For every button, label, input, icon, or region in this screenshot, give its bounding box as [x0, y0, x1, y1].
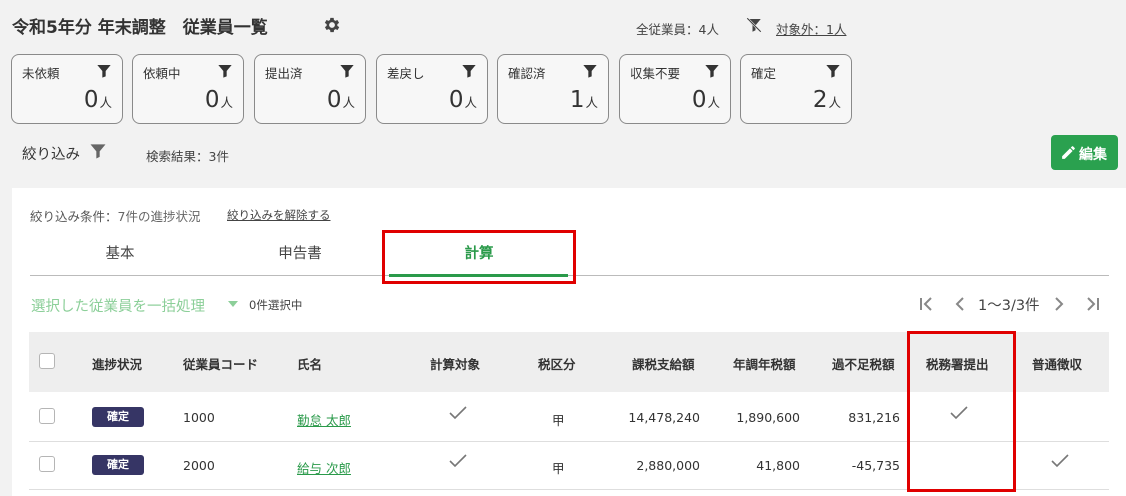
bulk-action-dropdown[interactable]: 選択した従業員を一括処理 [31, 295, 205, 316]
edit-button-label: 編集 [1079, 147, 1107, 163]
col-tax-class[interactable]: 税区分 [538, 354, 576, 373]
count-value: 2 [812, 87, 828, 113]
count-unit: 人 [342, 95, 355, 110]
filter-off-icon [746, 17, 762, 33]
tax-class: 甲 [552, 413, 565, 428]
status-card-count: 0人 [327, 87, 355, 113]
filter-icon[interactable] [217, 63, 233, 79]
caret-down-icon[interactable] [228, 301, 238, 307]
status-card-label: 確認済 [508, 66, 546, 81]
filter-icon[interactable] [96, 63, 112, 79]
count-value: 0 [204, 87, 220, 113]
filter-label[interactable]: 絞り込み [22, 143, 80, 164]
status-badge: 確定 [92, 455, 144, 475]
status-card[interactable]: 依頼中 0人 [132, 54, 244, 124]
employee-name-link[interactable]: 給与 次郎 [297, 458, 351, 477]
taxable-pay: 14,478,240 [628, 410, 700, 425]
status-card[interactable]: 未依頼 0人 [11, 54, 123, 124]
pager-range: 1〜3/3件 [978, 298, 1040, 314]
excluded-link[interactable]: 対象外：1人 [776, 19, 846, 38]
search-result-count: 検索結果：3件 [146, 149, 229, 164]
tax-difference: 831,216 [848, 410, 900, 425]
status-card-count: 0人 [205, 87, 233, 113]
employee-code: 2000 [183, 458, 215, 473]
col-ordinary-collection[interactable]: 普通徴収 [1032, 354, 1082, 373]
total-employees: 全従業員：4人 [636, 22, 719, 37]
col-annual-tax[interactable]: 年調年税額 [733, 354, 796, 373]
status-card[interactable]: 確認済 1人 [497, 54, 609, 124]
col-status[interactable]: 進捗状況 [92, 354, 142, 373]
page-title: 令和5年分 年末調整 従業員一覧 [12, 18, 268, 38]
select-all-checkbox[interactable] [39, 353, 55, 369]
status-card-label: 依頼中 [143, 66, 181, 81]
col-employee-code[interactable]: 従業員コード [183, 354, 258, 373]
status-card-count: 0人 [692, 87, 720, 113]
status-card[interactable]: 確定 2人 [740, 54, 852, 124]
count-unit: 人 [707, 95, 720, 110]
highlight-box-tab [382, 230, 576, 284]
count-value: 1 [569, 87, 585, 113]
col-name[interactable]: 氏名 [297, 354, 322, 373]
filter-icon[interactable] [704, 63, 720, 79]
edit-button[interactable]: 編集 [1051, 135, 1118, 170]
status-card-label: 提出済 [265, 66, 303, 81]
highlight-box-column [907, 331, 1016, 492]
filter-icon[interactable] [825, 63, 841, 79]
status-card[interactable]: 提出済 0人 [254, 54, 366, 124]
last-page-icon[interactable] [1084, 297, 1100, 311]
status-card-label: 差戻し [387, 66, 425, 81]
filter-conditions-value: 7件の進捗状況 [117, 209, 201, 224]
first-page-icon[interactable] [919, 297, 935, 311]
filter-conditions: 絞り込み条件：7件の進捗状況 [30, 206, 200, 225]
status-card-count: 0人 [84, 87, 112, 113]
selected-count: 0件選択中 [249, 298, 303, 312]
count-unit: 人 [220, 95, 233, 110]
taxable-pay: 2,880,000 [636, 458, 700, 473]
col-taxable-pay[interactable]: 課税支給額 [632, 354, 695, 373]
col-tax-difference[interactable]: 過不足税額 [832, 354, 895, 373]
check-icon [1051, 454, 1069, 468]
status-card-count: 1人 [570, 87, 598, 113]
annual-tax: 41,800 [756, 458, 800, 473]
status-card-label: 収集不要 [630, 66, 681, 81]
filter-icon[interactable] [88, 141, 108, 161]
row-checkbox[interactable] [39, 408, 55, 424]
annual-tax: 1,890,600 [736, 410, 800, 425]
employee-name-link[interactable]: 勤怠 太郎 [297, 410, 351, 429]
filter-conditions-label: 絞り込み条件： [30, 209, 118, 224]
filter-icon[interactable] [582, 63, 598, 79]
gear-icon[interactable] [322, 15, 342, 35]
status-card-count: 0人 [449, 87, 477, 113]
employee-code: 1000 [183, 410, 215, 425]
count-unit: 人 [464, 95, 477, 110]
next-page-icon[interactable] [1053, 297, 1065, 311]
count-value: 0 [448, 87, 464, 113]
filter-icon[interactable] [339, 63, 355, 79]
count-value: 0 [326, 87, 342, 113]
col-calc-target[interactable]: 計算対象 [430, 354, 480, 373]
tab-declaration[interactable]: 申告書 [240, 242, 360, 263]
status-card-count: 2人 [813, 87, 841, 113]
prev-page-icon[interactable] [954, 297, 966, 311]
count-value: 0 [83, 87, 99, 113]
status-badge: 確定 [92, 407, 144, 427]
tab-basic[interactable]: 基本 [60, 242, 180, 263]
count-unit: 人 [99, 95, 112, 110]
tax-class: 甲 [552, 461, 565, 476]
row-checkbox[interactable] [39, 456, 55, 472]
tax-difference: -45,735 [851, 458, 900, 473]
filter-icon[interactable] [461, 63, 477, 79]
status-card-label: 未依頼 [22, 66, 60, 81]
check-icon [449, 406, 467, 420]
pencil-icon [1062, 146, 1075, 159]
count-unit: 人 [828, 95, 841, 110]
check-icon [449, 454, 467, 468]
count-value: 0 [691, 87, 707, 113]
clear-filter-link[interactable]: 絞り込みを解除する [227, 207, 331, 223]
count-unit: 人 [585, 95, 598, 110]
status-card-label: 確定 [751, 66, 777, 81]
status-card[interactable]: 収集不要 0人 [619, 54, 731, 124]
status-card[interactable]: 差戻し 0人 [376, 54, 488, 124]
